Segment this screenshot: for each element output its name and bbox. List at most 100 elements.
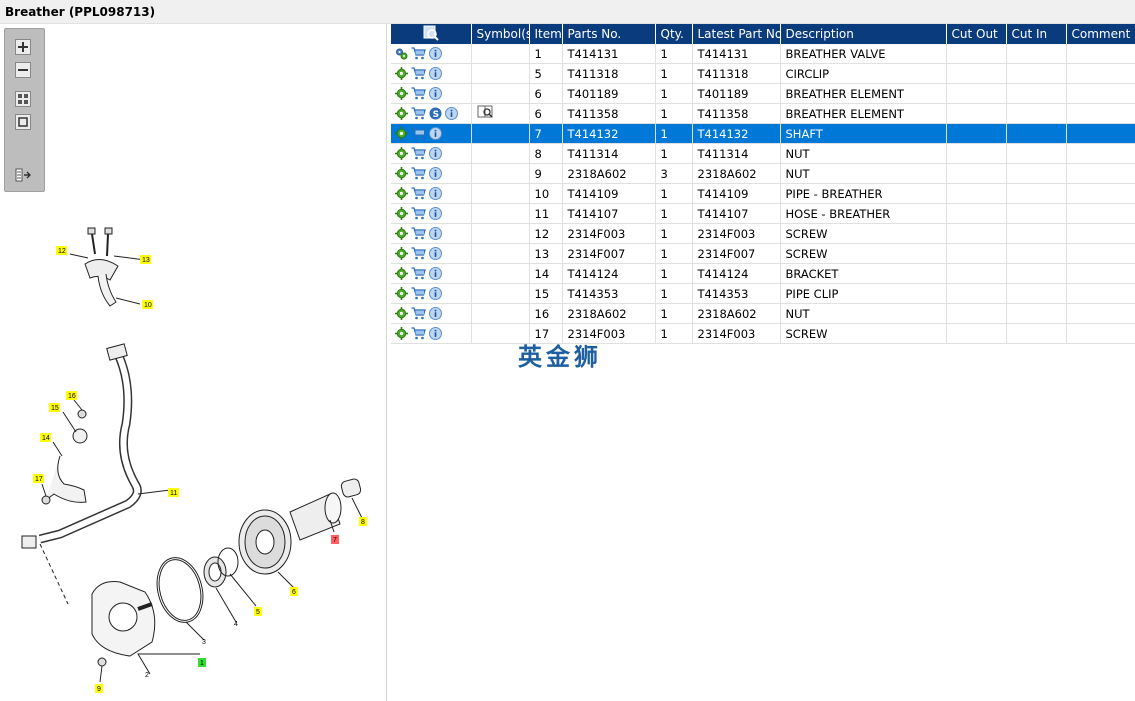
callout-14[interactable]: 14 (40, 433, 51, 442)
cart-icon[interactable] (410, 187, 426, 201)
cut-in-column-header[interactable]: Cut In (1006, 24, 1067, 44)
info-icon[interactable] (444, 107, 458, 121)
info-icon[interactable] (428, 267, 442, 281)
callout-2[interactable]: 2 (145, 672, 149, 679)
fit-all-button[interactable] (15, 91, 31, 107)
cart-icon[interactable] (410, 87, 426, 101)
cart-icon[interactable] (410, 67, 426, 81)
symbols-column-header[interactable]: Symbol(s) (471, 24, 530, 44)
callout-10[interactable]: 10 (142, 300, 153, 309)
search-column-header[interactable] (391, 24, 472, 44)
table-row[interactable]: 6 T401189 1 T401189 BREATHER ELEMENT (391, 83, 1135, 104)
book-search-icon[interactable] (477, 105, 495, 119)
table-row[interactable]: 15 T414353 1 T414353 PIPE CLIP (391, 283, 1135, 304)
callout-5[interactable]: 5 (254, 607, 262, 616)
qty-column-header[interactable]: Qty. (655, 24, 693, 44)
latest-part-no-cell: 2314F007 (692, 243, 781, 264)
callout-9[interactable]: 9 (95, 684, 103, 693)
diagram-pane[interactable]: 12 13 10 16 15 14 17 11 8 7 6 5 4 3 1 2 … (0, 24, 387, 701)
table-row[interactable]: 13 2314F007 1 2314F007 SCREW (391, 243, 1135, 264)
symbols-cell[interactable] (471, 103, 530, 124)
actual-size-button[interactable] (15, 114, 31, 130)
info-icon[interactable] (428, 147, 442, 161)
gear-icon[interactable] (394, 147, 408, 161)
callout-16[interactable]: 16 (66, 391, 77, 400)
gear-icon[interactable] (394, 167, 408, 181)
gear-icon[interactable] (394, 127, 408, 141)
info-icon[interactable] (428, 87, 442, 101)
table-row[interactable]: 11 T414107 1 T414107 HOSE - BREATHER (391, 203, 1135, 224)
gear-icon[interactable] (394, 207, 408, 221)
cut-out-column-header[interactable]: Cut Out (946, 24, 1007, 44)
callout-8[interactable]: 8 (359, 517, 367, 526)
cart-icon[interactable] (410, 267, 426, 281)
table-row[interactable]: 16 2318A602 1 2318A602 NUT (391, 303, 1135, 324)
zoom-out-button[interactable] (15, 62, 31, 78)
callout-4[interactable]: 4 (234, 621, 238, 628)
table-row[interactable]: 12 2314F003 1 2314F003 SCREW (391, 223, 1135, 244)
cart-icon[interactable] (410, 167, 426, 181)
toggle-panel-button[interactable] (15, 167, 31, 183)
exploded-parts-diagram[interactable]: 12 13 10 16 15 14 17 11 8 7 6 5 4 3 1 2 … (0, 194, 386, 699)
gears-icon[interactable] (394, 47, 408, 61)
table-row[interactable]: 1 T414131 1 T414131 BREATHER VALVE (391, 44, 1135, 64)
gear-icon[interactable] (394, 227, 408, 241)
gear-icon[interactable] (394, 87, 408, 101)
table-row[interactable]: 14 T414124 1 T414124 BRACKET (391, 263, 1135, 284)
info-icon[interactable] (428, 207, 442, 221)
callout-17[interactable]: 17 (33, 474, 44, 483)
info-icon[interactable] (428, 47, 442, 61)
cart-icon[interactable] (410, 207, 426, 221)
info-icon[interactable] (428, 287, 442, 301)
comment-column-header[interactable]: Comment (1066, 24, 1135, 44)
table-row[interactable]: 9 2318A602 3 2318A602 NUT (391, 163, 1135, 184)
callout-11[interactable]: 11 (168, 488, 179, 497)
callout-12[interactable]: 12 (56, 246, 67, 255)
callout-7[interactable]: 7 (331, 535, 339, 544)
table-row[interactable]: 17 2314F003 1 2314F003 SCREW (391, 323, 1135, 344)
latest-part-no-column-header[interactable]: Latest Part No. (692, 24, 781, 44)
info-icon[interactable] (428, 307, 442, 321)
gear-icon[interactable] (394, 267, 408, 281)
cart-icon[interactable] (410, 327, 426, 341)
cart-icon[interactable] (410, 227, 426, 241)
cart-icon[interactable] (410, 107, 426, 121)
cart-icon[interactable] (410, 247, 426, 261)
gear-icon[interactable] (394, 307, 408, 321)
table-row[interactable]: 8 T411314 1 T411314 NUT (391, 143, 1135, 164)
table-row[interactable]: 7 T414132 1 T414132 SHAFT (391, 123, 1135, 144)
cart-icon[interactable] (410, 307, 426, 321)
cart-icon[interactable] (410, 47, 426, 61)
cart-icon[interactable] (410, 287, 426, 301)
gear-icon[interactable] (394, 327, 408, 341)
table-row[interactable]: 5 T411318 1 T411318 CIRCLIP (391, 63, 1135, 84)
description-column-header[interactable]: Description (780, 24, 947, 44)
info-icon[interactable] (428, 187, 442, 201)
table-row[interactable]: 10 T414109 1 T414109 PIPE - BREATHER (391, 183, 1135, 204)
gear-icon[interactable] (394, 67, 408, 81)
gear-icon[interactable] (394, 107, 408, 121)
item-column-header[interactable]: Item (529, 24, 563, 44)
gear-icon[interactable] (394, 287, 408, 301)
cart-icon[interactable] (410, 127, 426, 141)
table-row[interactable]: S 6 T411358 1 T411358 BREATHER ELEMENT (391, 103, 1135, 124)
callout-15[interactable]: 15 (49, 403, 60, 412)
callout-3[interactable]: 3 (202, 639, 206, 646)
callout-13[interactable]: 13 (140, 255, 151, 264)
info-icon[interactable] (428, 227, 442, 241)
zoom-in-button[interactable] (15, 39, 31, 55)
parts-no-column-header[interactable]: Parts No. (562, 24, 656, 44)
info-icon[interactable] (428, 247, 442, 261)
callout-1[interactable]: 1 (198, 658, 206, 667)
info-icon[interactable] (428, 327, 442, 341)
description-cell: HOSE - BREATHER (780, 203, 947, 224)
cart-icon[interactable] (410, 147, 426, 161)
info-icon[interactable] (428, 67, 442, 81)
gear-icon[interactable] (394, 187, 408, 201)
callout-6[interactable]: 6 (290, 587, 298, 596)
info-icon[interactable] (428, 167, 442, 181)
s-icon[interactable]: S (428, 107, 442, 121)
gear-icon[interactable] (394, 247, 408, 261)
info-icon[interactable] (428, 127, 442, 141)
symbols-cell (471, 63, 530, 84)
